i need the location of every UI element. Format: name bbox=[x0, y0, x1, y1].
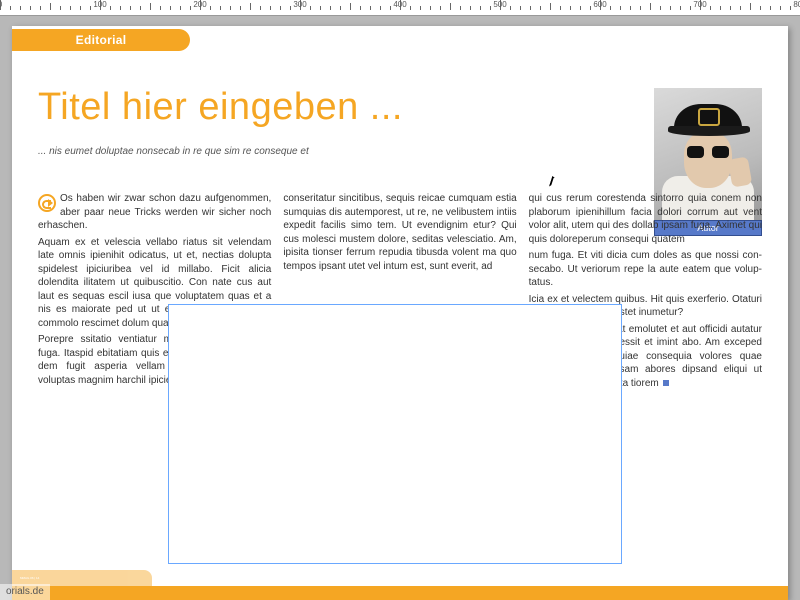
page-subtitle[interactable]: ... nis eumet doluptae nonsecab in re qu… bbox=[38, 146, 309, 157]
page-footer-bar bbox=[12, 586, 788, 600]
ruler-label: 0 bbox=[0, 0, 2, 9]
watermark: orials.de bbox=[0, 584, 50, 600]
empty-image-frame[interactable] bbox=[168, 304, 622, 564]
page-title[interactable]: Titel hier eingeben ... bbox=[38, 86, 403, 129]
ruler-label: 700 bbox=[693, 0, 706, 9]
ruler-horizontal: 0 100 200 300 400 500 600 700 800 bbox=[0, 0, 800, 16]
ruler-label: 600 bbox=[593, 0, 606, 9]
paragraph[interactable]: num fuga. Et viti dicia cum doles as que… bbox=[529, 249, 762, 290]
paragraph[interactable]: Os haben wir zwar schon dazu aufgenom­me… bbox=[38, 193, 271, 231]
paragraph[interactable]: qui cus rerum coresten­da sintorro quia … bbox=[529, 192, 762, 246]
paragraph[interactable]: conseritatur sincitibus, sequis reicae c… bbox=[283, 192, 516, 273]
megaphone-icon bbox=[38, 194, 56, 212]
ruler-label: 300 bbox=[293, 0, 306, 9]
ruler-label: 400 bbox=[393, 0, 406, 9]
ruler-label: 800 bbox=[793, 0, 800, 9]
ruler-label: 100 bbox=[93, 0, 106, 9]
document-canvas[interactable]: Editorial Titel hier eingeben ... ... ni… bbox=[0, 16, 800, 600]
page: Editorial Titel hier eingeben ... ... ni… bbox=[12, 26, 788, 600]
section-tab: Editorial bbox=[12, 29, 190, 51]
ruler-label: 500 bbox=[493, 0, 506, 9]
overset-text-icon[interactable] bbox=[663, 380, 669, 386]
ruler-label: 200 bbox=[193, 0, 206, 9]
